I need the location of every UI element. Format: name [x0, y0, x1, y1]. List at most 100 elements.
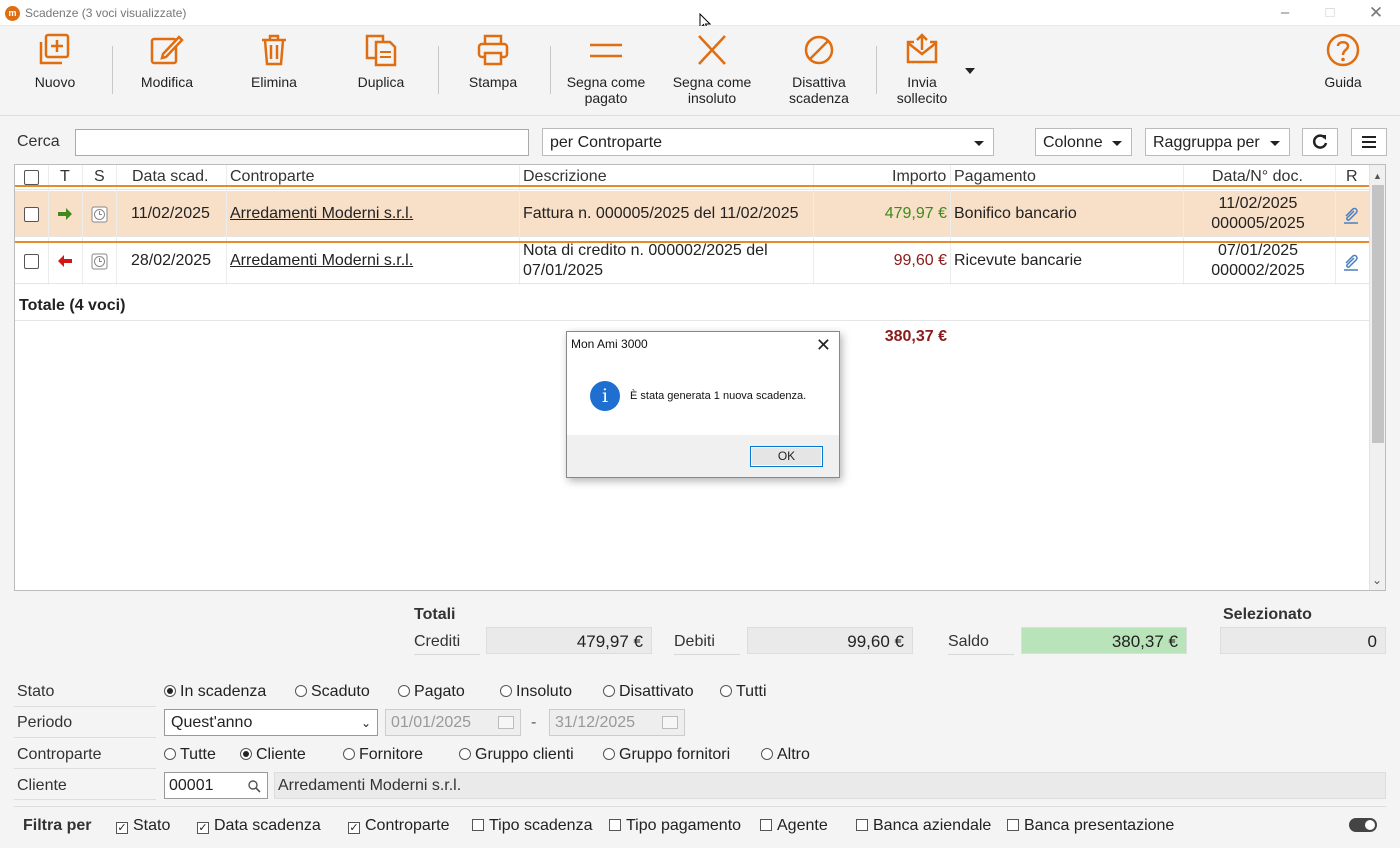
- client-name-field: Arredamenti Moderni s.r.l.: [274, 772, 1386, 799]
- radio-label: Tutti: [736, 683, 767, 700]
- close-window-button[interactable]: ✕: [1356, 2, 1396, 24]
- row-checkbox[interactable]: [24, 238, 39, 284]
- table-row[interactable]: 28/02/2025 Arredamenti Moderni s.r.l. No…: [15, 238, 1370, 284]
- refresh-button[interactable]: [1302, 128, 1338, 156]
- dialog-close-icon[interactable]: ✕: [816, 335, 831, 356]
- checkmark-icon: ✓: [116, 822, 128, 834]
- edit-button[interactable]: Modifica: [136, 32, 198, 90]
- radio-scaduto[interactable]: Scaduto: [295, 683, 370, 701]
- radio-dot-icon: [164, 685, 176, 697]
- dialog-title: Mon Ami 3000: [571, 337, 648, 351]
- grid-scrollbar[interactable]: ▲ ⌄: [1369, 165, 1385, 590]
- ban-icon: [804, 35, 834, 65]
- toolbar-divider: [112, 46, 113, 94]
- chevron-down-icon: [1270, 141, 1280, 146]
- checkbox-data-scadenza[interactable]: ✓ Data scadenza: [197, 817, 321, 835]
- radio-insoluto[interactable]: Insoluto: [500, 683, 572, 701]
- scroll-up-icon[interactable]: ▲: [1373, 171, 1382, 181]
- trash-icon: [262, 34, 286, 66]
- radio-label: Gruppo fornitori: [619, 746, 731, 763]
- search-icon[interactable]: [248, 780, 261, 793]
- help-button[interactable]: Guida: [1318, 32, 1368, 90]
- radio-label: Fornitore: [359, 746, 424, 763]
- date-to-input[interactable]: 31/12/2025: [549, 709, 685, 736]
- selected-value: 0: [1220, 627, 1386, 654]
- radio-gruppo-clienti[interactable]: Gruppo clienti: [459, 746, 574, 764]
- columns-select[interactable]: Colonne: [1035, 128, 1132, 156]
- radio-fornitore[interactable]: Fornitore: [343, 746, 423, 764]
- filter-toggle-switch[interactable]: [1349, 818, 1377, 832]
- search-bar: Cerca per Controparte Colonne Raggruppa …: [0, 126, 1400, 160]
- group-by-select[interactable]: Raggruppa per: [1145, 128, 1290, 156]
- radio-cliente[interactable]: Cliente: [240, 746, 306, 764]
- maximize-button[interactable]: □: [1310, 2, 1350, 24]
- doc-info: 07/01/2025 000002/2025: [1183, 238, 1333, 284]
- toolbar-divider: [438, 46, 439, 94]
- radio-gruppo-fornitori[interactable]: Gruppo fornitori: [603, 746, 730, 764]
- checkbox-banca-presentazione[interactable]: Banca presentazione: [1007, 817, 1174, 835]
- checkbox-tipo-scadenza[interactable]: Tipo scadenza: [472, 817, 592, 835]
- radio-in-scadenza[interactable]: In scadenza: [164, 683, 266, 701]
- checkbox-empty-icon: [760, 819, 772, 831]
- checkbox-label: Tipo pagamento: [626, 817, 742, 834]
- radio-dot-icon: [603, 748, 615, 760]
- checkbox-empty-icon: [609, 819, 621, 831]
- scrollbar-thumb[interactable]: [1372, 185, 1384, 443]
- radio-altro[interactable]: Altro: [761, 746, 810, 764]
- checkbox-stato[interactable]: ✓ Stato: [116, 817, 170, 835]
- checkbox-label: Banca presentazione: [1024, 817, 1175, 834]
- message-dialog: Mon Ami 3000 ✕ i È stata generata 1 nuov…: [566, 331, 840, 478]
- ok-button[interactable]: OK: [750, 446, 823, 467]
- scroll-down-icon[interactable]: ⌄: [1372, 573, 1382, 587]
- calendar-icon[interactable]: [662, 716, 678, 729]
- checkbox-agente[interactable]: Agente: [760, 817, 828, 835]
- balance-value: 380,37 €: [1021, 627, 1187, 654]
- help-label: Guida: [1324, 74, 1362, 90]
- mark-unpaid-button[interactable]: Segna come insoluto: [666, 32, 758, 106]
- checkbox-label: Data scadenza: [214, 817, 321, 834]
- mark-paid-button[interactable]: Segna come pagato: [560, 32, 652, 106]
- radio-dot-icon: [295, 685, 307, 697]
- menu-button[interactable]: [1351, 128, 1387, 156]
- checkbox-empty-icon: [472, 819, 484, 831]
- period-select[interactable]: Quest'anno ⌄: [164, 709, 378, 736]
- new-button[interactable]: Nuovo: [30, 32, 80, 90]
- disable-deadline-button[interactable]: Disattiva scadenza: [778, 32, 860, 106]
- send-reminder-button[interactable]: Invia sollecito: [890, 32, 954, 106]
- checkbox-label: Agente: [777, 817, 828, 834]
- chevron-down-icon: [1112, 141, 1122, 146]
- equals-icon: [590, 43, 622, 58]
- print-button[interactable]: Stampa: [465, 32, 521, 90]
- checkbox-label: Tipo scadenza: [489, 817, 593, 834]
- minimize-button[interactable]: –: [1265, 2, 1305, 24]
- counterpart-link[interactable]: Arredamenti Moderni s.r.l.: [230, 238, 413, 284]
- disable-deadline-label: Disattiva scadenza: [789, 74, 849, 106]
- radio-tutte[interactable]: Tutte: [164, 746, 216, 764]
- radio-label: Cliente: [256, 746, 306, 763]
- checkbox-banca-aziendale[interactable]: Banca aziendale: [856, 817, 991, 835]
- radio-label: In scadenza: [180, 683, 267, 700]
- radio-label: Tutte: [180, 746, 216, 763]
- duplicate-button[interactable]: Duplica: [353, 32, 409, 90]
- date-from-input[interactable]: 01/01/2025: [385, 709, 521, 736]
- checkbox-controparte[interactable]: ✓ Controparte: [348, 817, 450, 835]
- app-logo-icon: m: [5, 6, 20, 21]
- radio-label: Scaduto: [311, 683, 370, 700]
- doc-date: 07/01/2025: [1217, 242, 1299, 259]
- reminder-dropdown-arrow[interactable]: [965, 68, 975, 74]
- search-input[interactable]: [75, 129, 529, 156]
- amount: 99,60 €: [893, 252, 947, 269]
- radio-pagato[interactable]: Pagato: [398, 683, 465, 701]
- delete-label: Elimina: [251, 74, 297, 90]
- search-filter-select[interactable]: per Controparte: [542, 128, 994, 156]
- calendar-icon[interactable]: [498, 716, 514, 729]
- period-label: Periodo: [17, 714, 73, 731]
- delete-button[interactable]: Elimina: [246, 32, 302, 90]
- checkbox-tipo-pagamento[interactable]: Tipo pagamento: [609, 817, 741, 835]
- client-code-input[interactable]: 00001: [164, 772, 268, 799]
- radio-tutti[interactable]: Tutti: [720, 683, 767, 701]
- pencil-icon: [150, 35, 184, 65]
- window-title: Scadenze (3 voci visualizzate): [25, 6, 187, 20]
- radio-disattivato[interactable]: Disattivato: [603, 683, 694, 701]
- attachment-icon[interactable]: [1343, 238, 1359, 284]
